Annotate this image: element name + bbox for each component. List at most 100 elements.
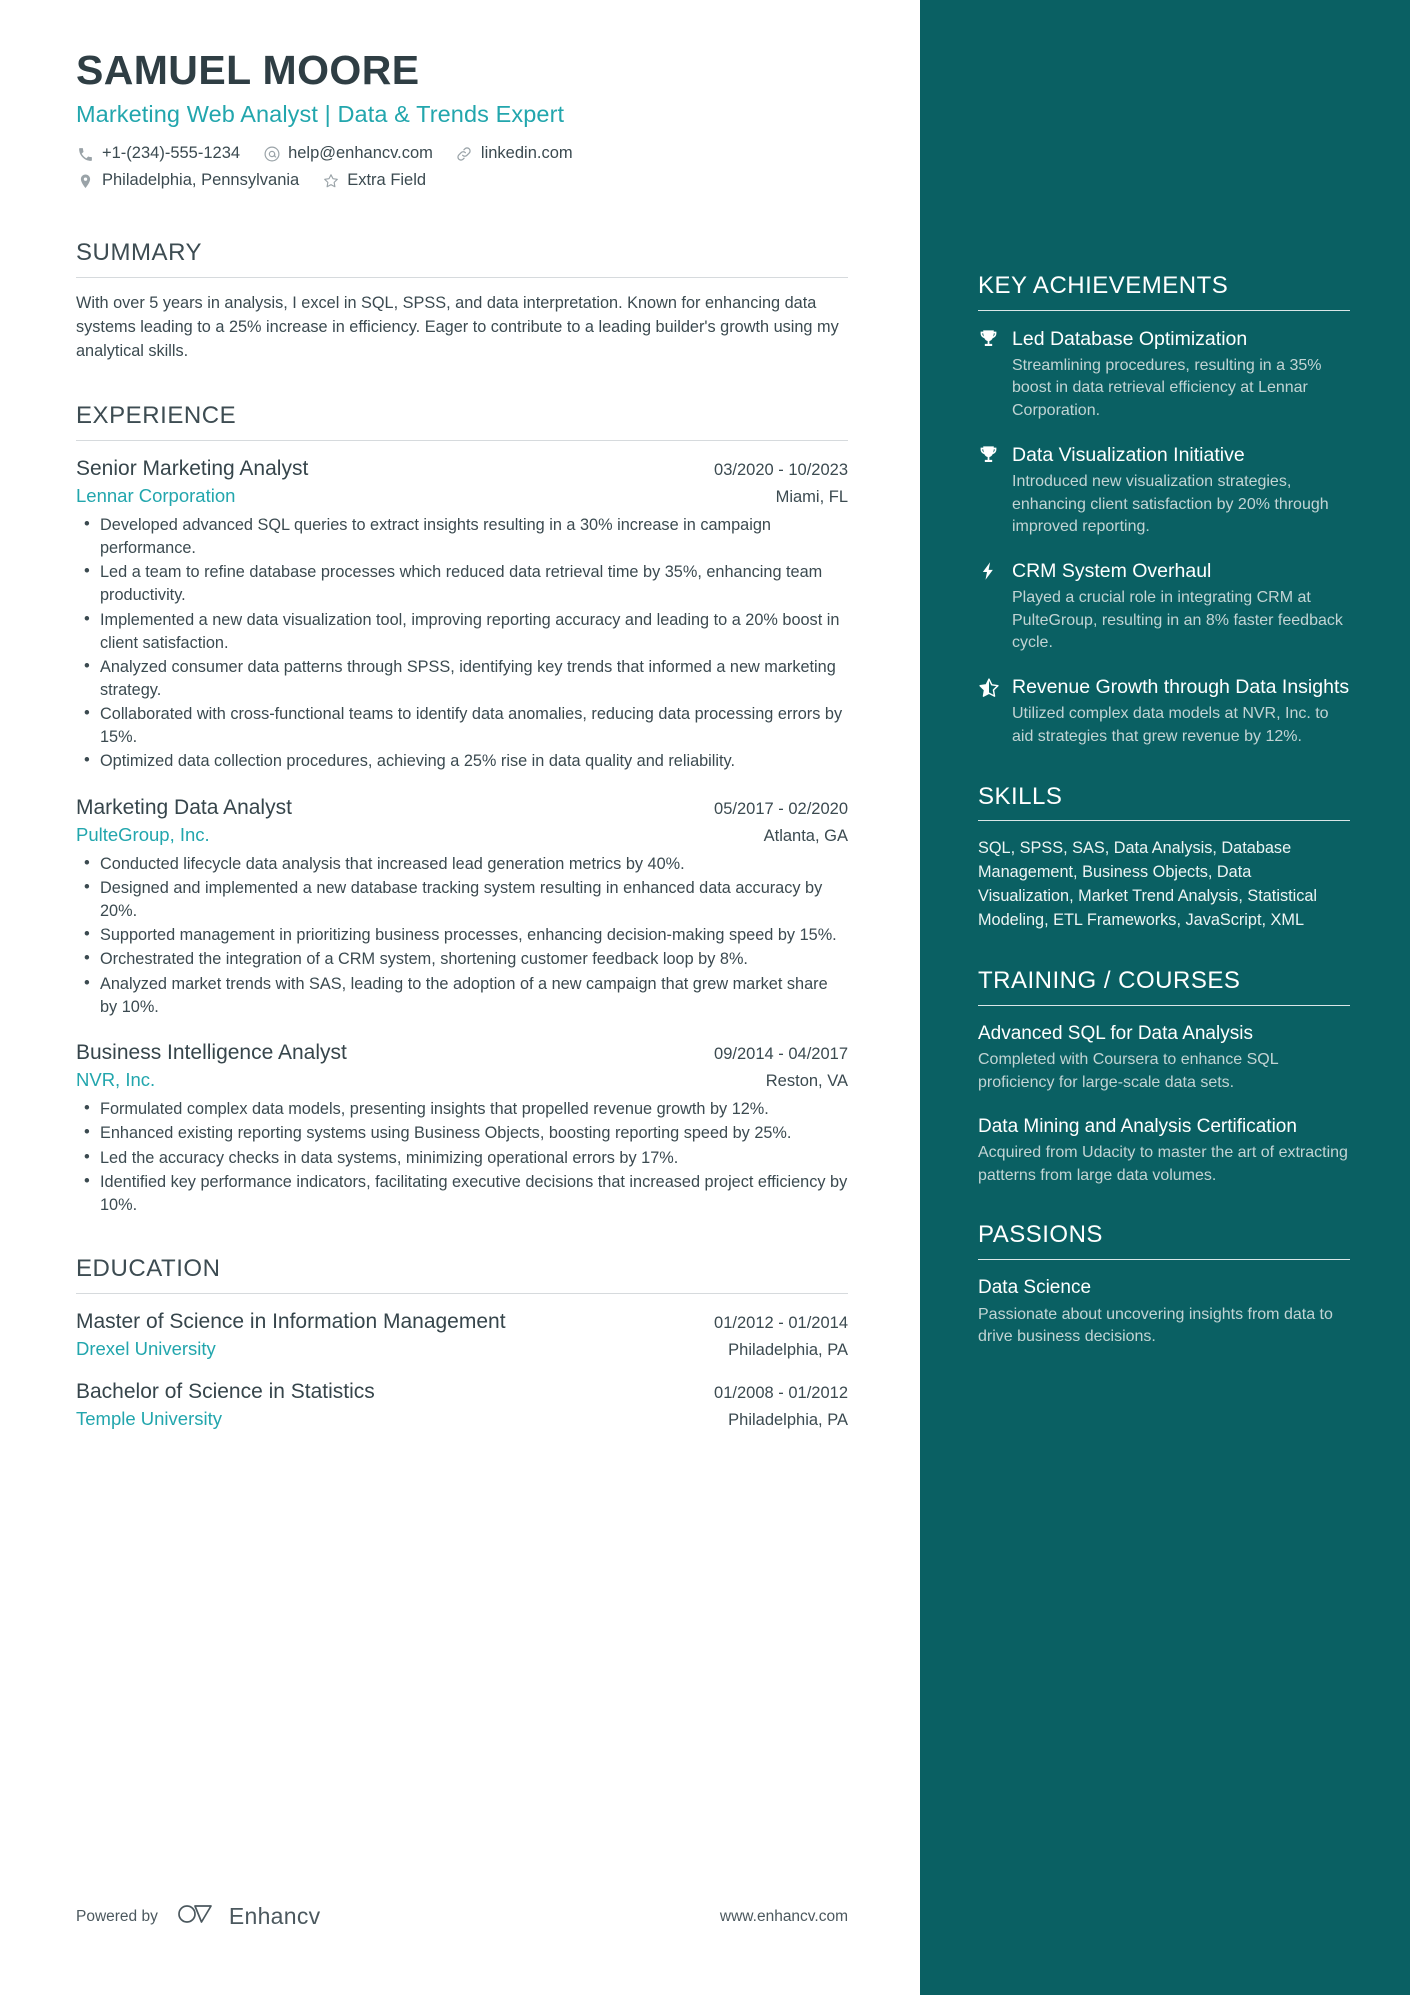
job-bullets: Formulated complex data models, presenti… [76, 1097, 848, 1217]
contact-email-text: help@enhancv.com [288, 144, 433, 163]
star-icon [321, 172, 340, 191]
sidebar-section-training: TRAINING / COURSES Advanced SQL for Data… [978, 967, 1350, 1187]
contact-extra-field[interactable]: Extra Field [321, 169, 426, 193]
achievement-item: Data Visualization Initiative Introduced… [978, 443, 1350, 539]
contact-line-1: +1-(234)-555-1234 help@enhancv.com linke… [76, 142, 848, 166]
passion-title: Data Science [978, 1277, 1092, 1299]
phone-icon [76, 145, 95, 164]
experience-entry: Business Intelligence Analyst 09/2014 - … [76, 1039, 848, 1217]
powered-by-label: Powered by [76, 1907, 158, 1925]
degree-title: Bachelor of Science in Statistics [76, 1380, 375, 1404]
achievement-item: CRM System Overhaul Played a crucial rol… [978, 559, 1350, 655]
achievement-description: Utilized complex data models at NVR, Inc… [1012, 705, 1329, 745]
course-description: Acquired from Udacity to master the art … [978, 1143, 1348, 1184]
school-location: Philadelphia, PA [728, 1411, 848, 1430]
degree-dates: 01/2008 - 01/2012 [714, 1384, 848, 1403]
skills-list: SQL, SPSS, SAS, Data Analysis, Database … [978, 839, 1318, 930]
training-section-title: TRAINING / COURSES [978, 967, 1241, 995]
experience-entry-subheader: Lennar Corporation Miami, FL [76, 484, 848, 509]
contact-linkedin-text: linkedin.com [480, 144, 573, 163]
achievement-title: Data Visualization Initiative [1012, 443, 1245, 466]
passions-section-title: PASSIONS [978, 1221, 1103, 1249]
achievement-body: Data Visualization Initiative Introduced… [1012, 443, 1350, 539]
education-entry-subheader: Temple University Philadelphia, PA [76, 1407, 848, 1432]
summary-section-title: SUMMARY [76, 239, 203, 267]
job-location: Reston, VA [765, 1072, 848, 1091]
contact-email[interactable]: help@enhancv.com [262, 142, 433, 166]
contact-line-2: Philadelphia, Pennsylvania Extra Field [76, 169, 848, 193]
job-company: NVR, Inc. [76, 1069, 156, 1091]
achievement-body: Revenue Growth through Data Insights Uti… [1012, 675, 1350, 748]
page-title: SAMUEL MOORE [76, 47, 420, 93]
job-dates: 05/2017 - 02/2020 [714, 799, 848, 818]
experience-entry-header: Marketing Data Analyst 05/2017 - 02/2020 [76, 794, 848, 822]
course-item: Data Mining and Analysis Certification A… [978, 1115, 1350, 1188]
passions-divider [978, 1259, 1350, 1261]
contact-location-text: Philadelphia, Pennsylvania [102, 171, 300, 190]
website-url: www.enhancv.com [719, 1907, 848, 1925]
course-title: Advanced SQL for Data Analysis [978, 1022, 1253, 1044]
sidebar-section-achievements: KEY ACHIEVEMENTS Led Database Optimizati… [978, 272, 1350, 749]
school-name: Drexel University [76, 1338, 216, 1360]
section-summary: SUMMARY With over 5 years in analysis, I… [76, 239, 848, 364]
enhancv-logo-icon [176, 1902, 220, 1931]
sidebar-section-skills: SKILLS SQL, SPSS, SAS, Data Analysis, Da… [978, 783, 1350, 934]
experience-entry-subheader: NVR, Inc. Reston, VA [76, 1068, 848, 1093]
job-location: Atlanta, GA [763, 826, 848, 845]
list-item: Optimized data collection procedures, ac… [76, 749, 848, 773]
trophy-icon [978, 443, 1012, 466]
education-entry-header: Bachelor of Science in Statistics 01/200… [76, 1378, 848, 1406]
link-icon [455, 145, 474, 164]
achievements-section-title: KEY ACHIEVEMENTS [978, 272, 1229, 299]
summary-divider [76, 277, 848, 279]
school-name: Temple University [76, 1408, 222, 1430]
job-location: Miami, FL [775, 488, 848, 507]
job-dates: 03/2020 - 10/2023 [714, 460, 848, 479]
trophy-icon [978, 327, 1012, 350]
passion-item: Data Science Passionate about uncovering… [978, 1276, 1350, 1349]
contact-linkedin[interactable]: linkedin.com [455, 142, 573, 166]
experience-entry: Senior Marketing Analyst 03/2020 - 10/20… [76, 455, 848, 774]
sidebar: KEY ACHIEVEMENTS Led Database Optimizati… [920, 0, 1410, 1995]
education-divider [76, 1292, 848, 1294]
list-item: Led the accuracy checks in data systems,… [76, 1145, 848, 1170]
achievement-title: CRM System Overhaul [1012, 560, 1212, 583]
job-bullets: Developed advanced SQL queries to extrac… [76, 513, 848, 774]
location-icon [76, 172, 95, 191]
achievements-divider [978, 309, 1350, 311]
achievement-title: Led Database Optimization [1012, 327, 1248, 350]
contact-location[interactable]: Philadelphia, Pennsylvania [76, 169, 299, 193]
powered-by-block: Powered by Enhancv [76, 1902, 320, 1931]
achievement-description: Introduced new visualization strategies,… [1012, 472, 1329, 536]
passion-description: Passionate about uncovering insights fro… [978, 1305, 1333, 1346]
list-item: Collaborated with cross-functional teams… [76, 702, 848, 749]
job-title: Marketing Data Analyst [76, 795, 292, 819]
achievement-title: Revenue Growth through Data Insights [1012, 676, 1350, 699]
experience-entry-header: Senior Marketing Analyst 03/2020 - 10/20… [76, 455, 848, 483]
resume-page: SAMUEL MOORE Marketing Web Analyst | Dat… [0, 0, 1410, 1995]
school-location: Philadelphia, PA [728, 1341, 848, 1360]
half-star-icon [978, 675, 1012, 699]
contact-phone[interactable]: +1-(234)-555-1234 [76, 142, 240, 166]
degree-title: Master of Science in Information Managem… [76, 1309, 506, 1333]
section-experience: EXPERIENCE Senior Marketing Analyst 03/2… [76, 402, 848, 1217]
list-item: Formulated complex data models, presenti… [76, 1097, 848, 1121]
achievement-item: Revenue Growth through Data Insights Uti… [978, 675, 1350, 748]
experience-section-title: EXPERIENCE [76, 401, 237, 429]
course-title: Data Mining and Analysis Certification [978, 1115, 1297, 1137]
course-description: Completed with Coursera to enhance SQL p… [978, 1051, 1279, 1091]
achievement-description: Streamlining procedures, resulting in a … [1012, 356, 1322, 420]
summary-text: With over 5 years in analysis, I excel i… [76, 294, 839, 360]
job-company: PulteGroup, Inc. [76, 823, 210, 845]
list-item: Identified key performance indicators, f… [76, 1170, 848, 1217]
experience-entry-header: Business Intelligence Analyst 09/2014 - … [76, 1039, 848, 1067]
achievement-description: Played a crucial role in integrating CRM… [1012, 588, 1343, 652]
achievement-body: Led Database Optimization Streamlining p… [1012, 327, 1350, 423]
list-item: Enhanced existing reporting systems usin… [76, 1121, 848, 1145]
enhancv-wordmark: Enhancv [228, 1903, 321, 1929]
contact-info: +1-(234)-555-1234 help@enhancv.com linke… [76, 142, 848, 193]
list-item: Conducted lifecycle data analysis that i… [76, 852, 848, 876]
list-item: Designed and implemented a new database … [76, 876, 848, 923]
experience-entry-subheader: PulteGroup, Inc. Atlanta, GA [76, 823, 848, 848]
training-divider [978, 1004, 1350, 1006]
